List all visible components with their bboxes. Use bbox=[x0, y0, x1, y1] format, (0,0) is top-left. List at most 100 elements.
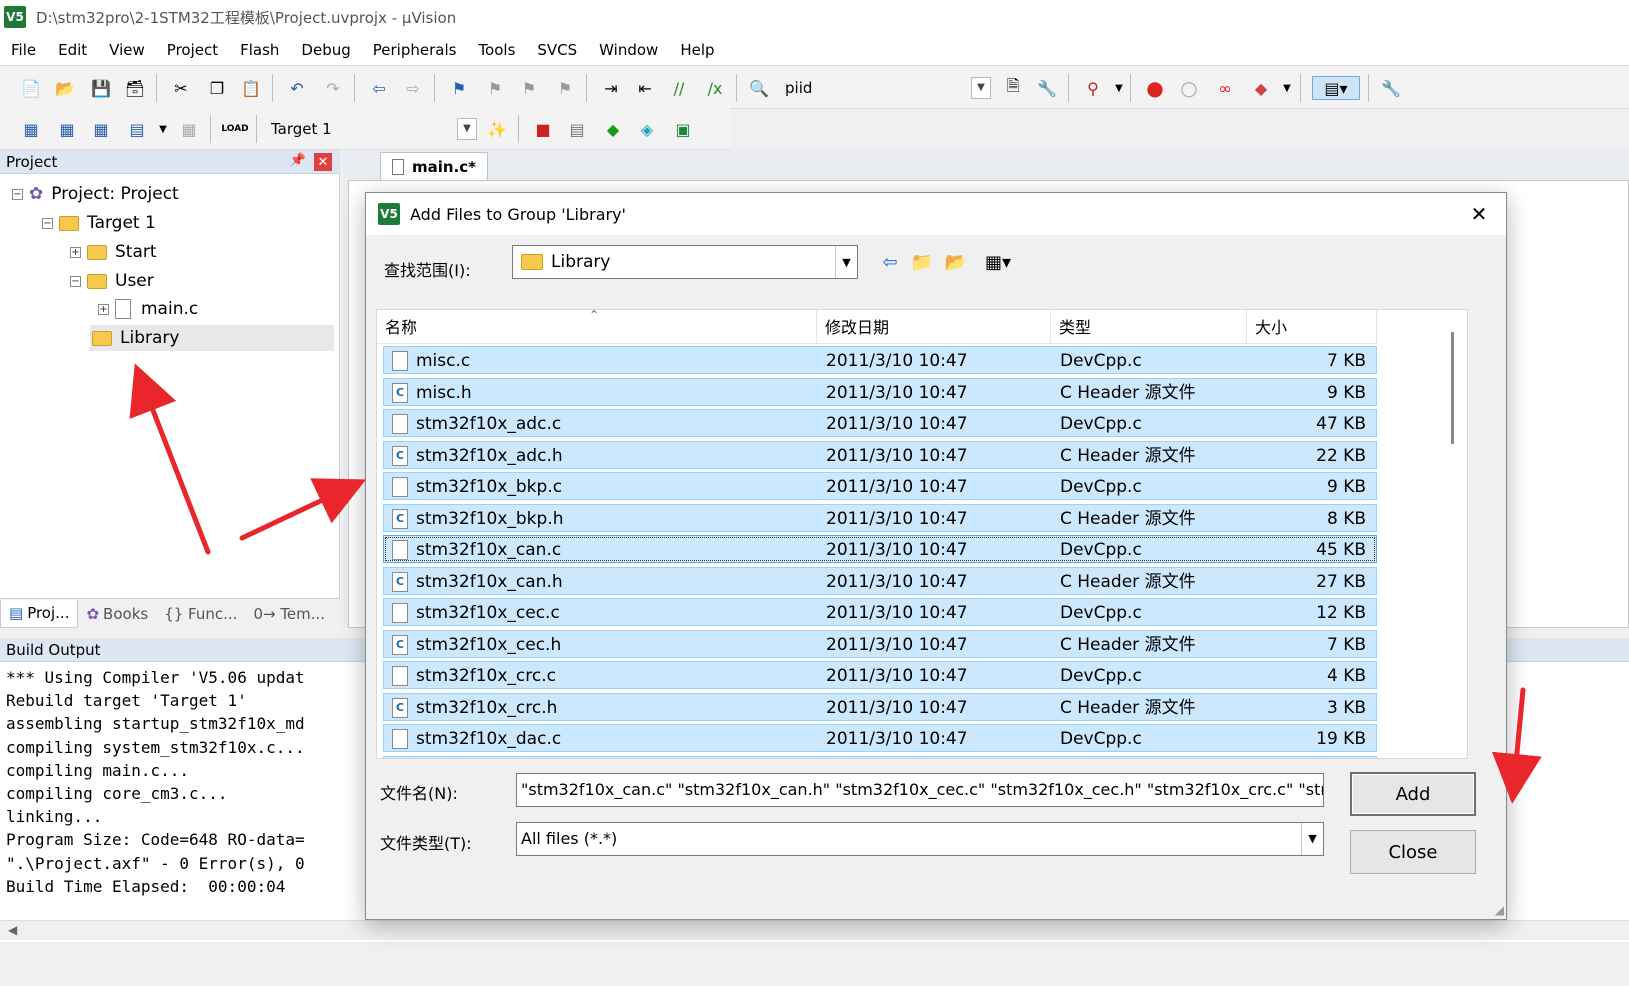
close-icon[interactable]: ✕ bbox=[1466, 201, 1492, 227]
close-button[interactable]: Close bbox=[1350, 830, 1476, 874]
new-file-icon[interactable]: 📄 bbox=[18, 76, 44, 100]
chevron-down-icon[interactable]: ▼ bbox=[1301, 823, 1323, 855]
replace-icon[interactable]: 🔧 bbox=[1034, 76, 1060, 100]
copy-icon[interactable]: ❐ bbox=[204, 76, 230, 100]
close-icon[interactable]: ✕ bbox=[314, 153, 332, 171]
tree-item-project[interactable]: − ✿ Project: Project bbox=[12, 181, 179, 207]
file-list[interactable]: 名称 修改日期 类型 大小 ⌃ misc.c 2011/3/10 10:47 Dev… bbox=[376, 309, 1468, 759]
chevron-down-icon[interactable]: ▼ bbox=[457, 118, 477, 140]
menu-file[interactable]: File bbox=[0, 41, 47, 59]
file-row[interactable]: stm32f10x_bkp.c 2011/3/10 10:47 DevCpp.c 9 … bbox=[383, 472, 1377, 500]
rebuild-icon[interactable]: ▦ bbox=[88, 117, 114, 141]
download-load-icon[interactable]: LOAD bbox=[221, 117, 248, 141]
up-folder-icon[interactable]: 📁 bbox=[908, 249, 936, 275]
menu-help[interactable]: Help bbox=[669, 41, 725, 59]
unindent-icon[interactable]: ⇤ bbox=[632, 76, 658, 100]
chevron-down-icon[interactable]: ▼ bbox=[150, 117, 176, 141]
window-layout-icon[interactable]: ▤▾ bbox=[1312, 76, 1360, 100]
open-file-icon[interactable]: 📂 bbox=[52, 76, 78, 100]
redo-icon[interactable]: ↷ bbox=[320, 76, 346, 100]
find-icon[interactable]: 🗎 bbox=[1000, 76, 1026, 100]
menu-debug[interactable]: Debug bbox=[290, 41, 361, 59]
expand-icon[interactable]: + bbox=[70, 246, 81, 258]
filetype-select[interactable]: All files (*.*) ▼ bbox=[516, 822, 1324, 856]
pin-icon[interactable]: 📌 bbox=[290, 153, 306, 168]
file-row[interactable]: Cstm32f10x_dac.h2011/3/10 10:47C Header … bbox=[383, 755, 1377, 758]
expand-icon[interactable]: + bbox=[98, 303, 109, 315]
navigate-back-icon[interactable]: ⇦ bbox=[366, 76, 392, 100]
find-combo[interactable]: piid ▼ bbox=[776, 76, 992, 100]
file-row[interactable]: Cstm32f10x_adc.h 2011/3/10 10:47 C Header … bbox=[383, 440, 1377, 469]
tab-project[interactable]: ▤ Proj... bbox=[0, 599, 79, 628]
file-row[interactable]: misc.c 2011/3/10 10:47 DevCpp.c 7 KB bbox=[383, 346, 1377, 374]
add-button[interactable]: Add bbox=[1350, 772, 1476, 816]
chevron-down-icon[interactable]: ▼ bbox=[971, 77, 991, 99]
batch-build-icon[interactable]: ▤ bbox=[124, 117, 150, 141]
event-recorder-icon[interactable]: ▣ bbox=[670, 117, 696, 141]
editor-tab-main[interactable]: main.c* bbox=[380, 152, 488, 180]
kill-breakpoints-icon[interactable]: ◆ bbox=[1248, 76, 1274, 100]
save-icon[interactable]: 💾 bbox=[88, 76, 114, 100]
build-icon[interactable]: ▦ bbox=[54, 117, 80, 141]
file-row[interactable]: stm32f10x_can.c 2011/3/10 10:47 DevCpp.c 45… bbox=[383, 535, 1377, 563]
filename-input[interactable]: "stm32f10x_can.c" "stm32f10x_can.h" "stm… bbox=[516, 773, 1324, 807]
file-row[interactable]: Cstm32f10x_bkp.h 2011/3/10 10:47 C Header … bbox=[383, 503, 1377, 532]
disable-breakpoints-icon[interactable]: ∞ bbox=[1212, 76, 1238, 100]
uncomment-icon[interactable]: /x bbox=[702, 76, 728, 100]
build-output-scrollbar[interactable]: ◀ bbox=[0, 920, 1629, 940]
chevron-down-icon[interactable]: ▼ bbox=[1106, 76, 1132, 100]
navigate-forward-icon[interactable]: ⇨ bbox=[400, 76, 426, 100]
menu-edit[interactable]: Edit bbox=[47, 41, 98, 59]
find-in-files-icon[interactable]: 🔍 bbox=[746, 76, 772, 100]
tab-templates[interactable]: 0→ Tem... bbox=[245, 605, 333, 623]
file-row[interactable]: Cstm32f10x_can.h 2011/3/10 10:47 C Header … bbox=[383, 566, 1377, 595]
file-row[interactable]: Cstm32f10x_cec.h 2011/3/10 10:47 C Header … bbox=[383, 629, 1377, 658]
enable-breakpoint-icon[interactable]: ○ bbox=[1176, 76, 1202, 100]
stop-build-icon[interactable]: ▦ bbox=[176, 117, 202, 141]
file-row[interactable]: Cstm32f10x_crc.h 2011/3/10 10:47 C Header … bbox=[383, 692, 1377, 721]
menu-peripherals[interactable]: Peripherals bbox=[362, 41, 468, 59]
run-time-environment-icon[interactable]: ◈ bbox=[634, 117, 660, 141]
debug-session-icon[interactable]: ⚲ bbox=[1080, 76, 1106, 100]
view-menu-icon[interactable]: ▦▾ bbox=[976, 249, 1020, 275]
comment-icon[interactable]: // bbox=[666, 76, 692, 100]
collapse-icon[interactable]: − bbox=[70, 275, 81, 287]
file-row[interactable]: stm32f10x_crc.c 2011/3/10 10:47 DevCpp.c 4 … bbox=[383, 661, 1377, 689]
tab-functions[interactable]: {} Func... bbox=[156, 605, 245, 623]
menu-project[interactable]: Project bbox=[156, 41, 229, 59]
translate-icon[interactable]: ▦ bbox=[18, 117, 44, 141]
column-date[interactable]: 修改日期 bbox=[817, 310, 1051, 344]
select-packs-icon[interactable]: ▤ bbox=[564, 117, 590, 141]
next-bookmark-icon[interactable]: ⚑ bbox=[516, 76, 542, 100]
tree-item-target[interactable]: − Target 1 bbox=[42, 210, 156, 236]
paste-icon[interactable]: 📋 bbox=[238, 76, 264, 100]
collapse-icon[interactable]: − bbox=[12, 188, 23, 200]
pack-installer-icon[interactable]: ◆ bbox=[600, 117, 626, 141]
menu-view[interactable]: View bbox=[98, 41, 156, 59]
prev-bookmark-icon[interactable]: ⚑ bbox=[482, 76, 508, 100]
save-all-icon[interactable]: 🗃 bbox=[122, 76, 148, 100]
scrollbar-thumb[interactable] bbox=[1451, 332, 1454, 444]
scroll-left-icon[interactable]: ◀ bbox=[8, 923, 17, 937]
bookmark-icon[interactable]: ⚑ bbox=[446, 76, 472, 100]
column-type[interactable]: 类型 bbox=[1051, 310, 1247, 344]
tree-item-group-start[interactable]: + Start bbox=[70, 239, 157, 265]
target-options-icon[interactable]: ✨ bbox=[484, 117, 510, 141]
undo-icon[interactable]: ↶ bbox=[284, 76, 310, 100]
chevron-down-icon[interactable]: ▼ bbox=[835, 246, 857, 278]
manage-project-items-icon[interactable]: ■ bbox=[530, 117, 556, 141]
menu-window[interactable]: Window bbox=[588, 41, 669, 59]
tree-item-group-user[interactable]: − User bbox=[70, 268, 154, 294]
tree-item-file-main[interactable]: + main.c bbox=[98, 296, 198, 322]
menu-svcs[interactable]: SVCS bbox=[526, 41, 588, 59]
collapse-icon[interactable]: − bbox=[42, 217, 53, 229]
file-row[interactable]: stm32f10x_cec.c 2011/3/10 10:47 DevCpp.c 12… bbox=[383, 598, 1377, 626]
look-in-select[interactable]: Library ▼ bbox=[512, 245, 858, 279]
configure-icon[interactable]: 🔧 bbox=[1378, 76, 1404, 100]
tab-books[interactable]: ✿ Books bbox=[78, 605, 156, 623]
column-size[interactable]: 大小 bbox=[1247, 310, 1377, 344]
clear-bookmarks-icon[interactable]: ⚑ bbox=[552, 76, 578, 100]
chevron-down-icon[interactable]: ▼ bbox=[1274, 76, 1300, 100]
tree-item-group-library[interactable]: Library bbox=[90, 325, 334, 351]
back-arrow-icon[interactable]: ⇦ bbox=[876, 249, 904, 275]
